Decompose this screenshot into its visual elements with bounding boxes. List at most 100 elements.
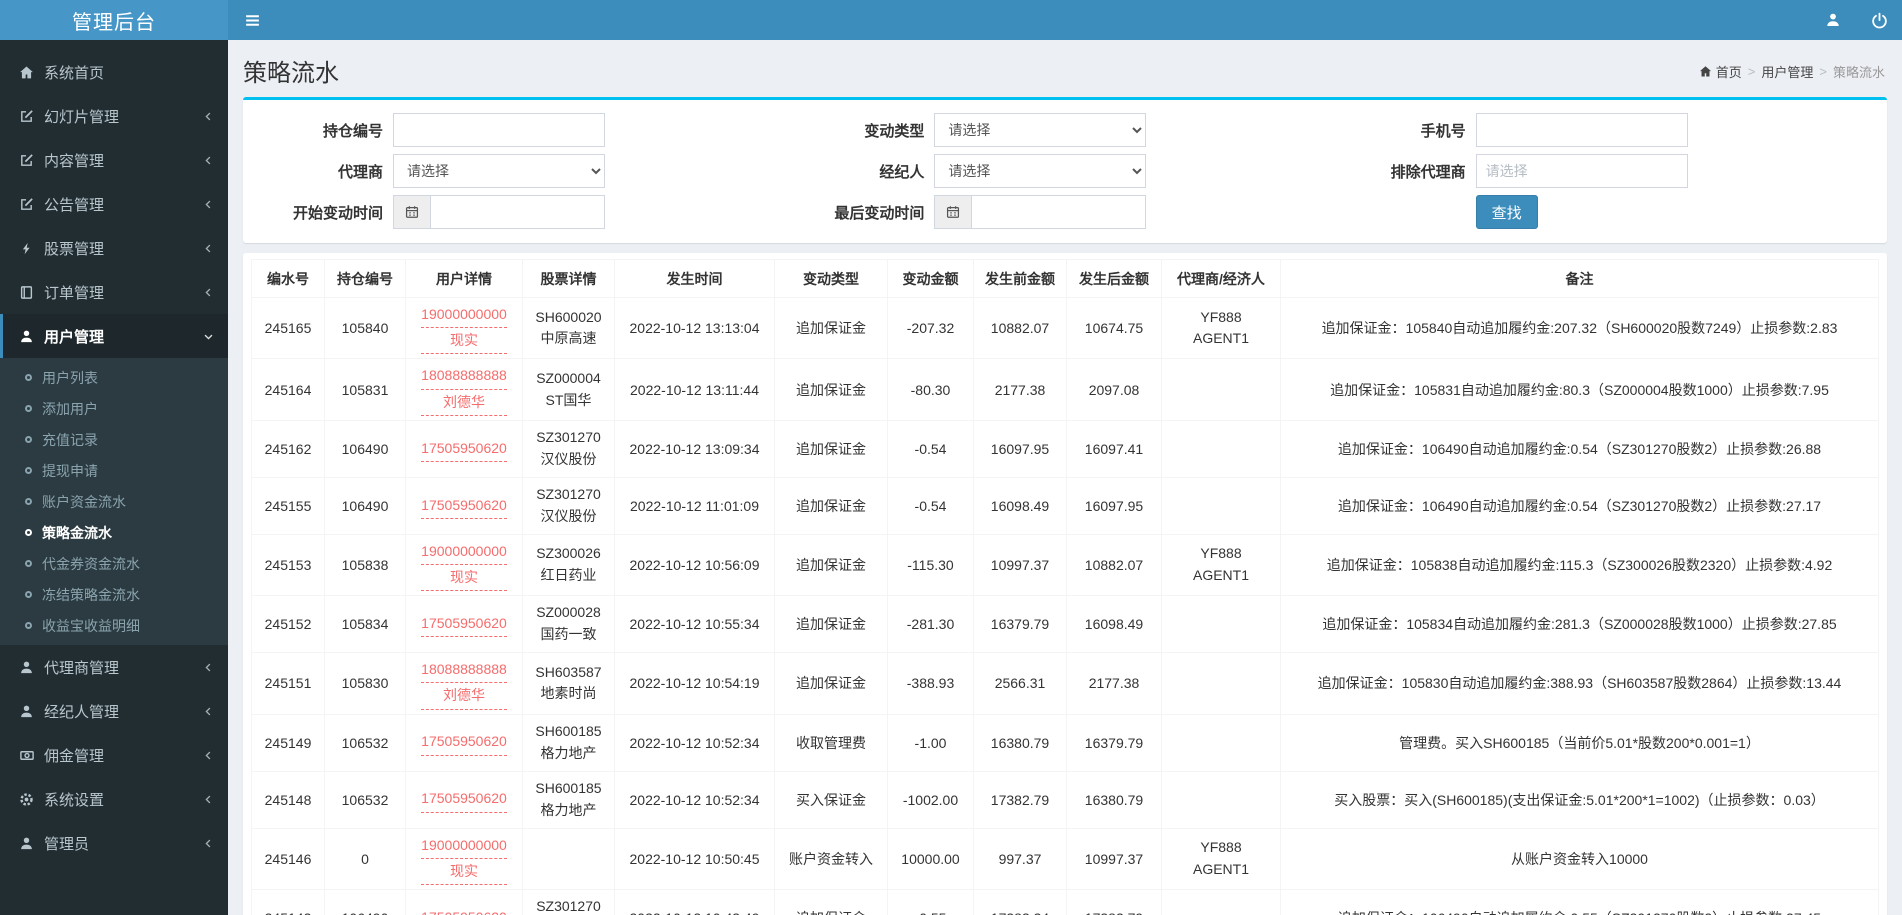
sidebar-subitem[interactable]: 代金券资金流水 — [0, 548, 228, 579]
cell-amount: -0.54 — [887, 476, 974, 535]
cell-agent-broker: YF888 AGENT1 — [1161, 533, 1281, 597]
sidebar-item-users[interactable]: 用户管理 — [0, 314, 228, 358]
cell-user-detail: 19000000000 现实 — [405, 296, 523, 360]
cell-before-amount: 17382.79 — [973, 770, 1067, 829]
user-detail-link[interactable]: 17505950620 — [421, 729, 507, 756]
sidebar-item-stocks[interactable]: 股票管理 — [0, 226, 228, 270]
chevron-left-icon — [203, 662, 214, 673]
sidebar-subitem[interactable]: 充值记录 — [0, 424, 228, 455]
sidebar-subitem[interactable]: 添加用户 — [0, 393, 228, 424]
broker-label: 经纪人 — [879, 163, 925, 181]
cell-amount: -0.54 — [887, 419, 974, 478]
chevron-left-icon — [203, 199, 214, 210]
col-amount: 变动金额 — [887, 259, 974, 298]
user-detail-link[interactable]: 17505950620 — [421, 905, 507, 915]
sidebar-subitem[interactable]: 收益宝收益明细 — [0, 610, 228, 641]
edit-icon — [18, 109, 35, 124]
sidebar-toggle-button[interactable] — [228, 0, 276, 40]
cell-time: 2022-10-12 10:50:45 — [614, 827, 775, 890]
phone-input[interactable] — [1475, 113, 1688, 147]
app-root: 管理后台 系统首页 幻灯片管理 内容管理 公告管理 股票管理 订单管理 用户管理… — [0, 0, 1902, 915]
calendar-icon — [393, 195, 431, 229]
cell-serial: 245152 — [251, 595, 325, 654]
cell-stock-detail: SZ301270 汉仪股份 — [522, 888, 615, 915]
user-detail-link[interactable]: 18088888888 刘德华 — [421, 657, 507, 710]
col-remark: 备注 — [1280, 259, 1879, 298]
breadcrumb-section-link[interactable]: 用户管理 — [1761, 62, 1813, 81]
user-detail-link[interactable]: 17505950620 — [421, 611, 507, 638]
cell-agent-broker — [1161, 476, 1281, 535]
search-button[interactable]: 查找 — [1475, 195, 1538, 229]
cell-remark: 从账户资金转入10000 — [1280, 827, 1879, 890]
filter-agent: 代理商 请选择 — [253, 154, 794, 188]
sidebar-item-slides[interactable]: 幻灯片管理 — [0, 94, 228, 138]
agent-select[interactable]: 请选择 — [393, 154, 605, 188]
position-no-input[interactable] — [393, 113, 605, 147]
edit-icon — [18, 197, 35, 212]
table-row: 245148 106532 17505950620 SH600185 格力地产 … — [251, 770, 1879, 829]
logout-button[interactable] — [1856, 0, 1902, 40]
sidebar-item-settings[interactable]: 系统设置 — [0, 777, 228, 821]
cell-remark: 追加保证金：106490自动追加履约金:0.54（SZ301270股数2）止损参… — [1280, 419, 1879, 478]
user-detail-link[interactable]: 19000000000 现实 — [421, 539, 507, 592]
sidebar-item-home[interactable]: 系统首页 — [0, 50, 228, 94]
user-detail-link[interactable]: 17505950620 — [421, 786, 507, 813]
breadcrumb-home-link[interactable]: 首页 — [1699, 62, 1742, 81]
stock-code: SH600020 — [535, 308, 602, 325]
sidebar-subitem[interactable]: 策略金流水 — [0, 517, 228, 548]
end-time-input[interactable] — [972, 195, 1147, 229]
broker-select[interactable]: 请选择 — [934, 154, 1147, 188]
sidebar-item-admins[interactable]: 管理员 — [0, 821, 228, 865]
chevron-left-icon — [203, 838, 214, 849]
breadcrumb-current: 策略流水 — [1832, 65, 1885, 80]
sidebar-item-label: 股票管理 — [44, 240, 105, 258]
sidebar-subitem[interactable]: 提现申请 — [0, 455, 228, 486]
sidebar-subitem[interactable]: 冻结策略金流水 — [0, 579, 228, 610]
home-icon — [1699, 65, 1712, 78]
user-detail-link[interactable]: 17505950620 — [421, 493, 507, 519]
sidebar-subitem[interactable]: 用户列表 — [0, 362, 228, 393]
col-stock-detail: 股票详情 — [522, 259, 615, 298]
broker-name: AGENT1 — [1192, 330, 1249, 347]
start-time-input[interactable] — [431, 195, 605, 229]
circle-o-icon — [25, 560, 32, 567]
cell-after-amount: 16098.49 — [1066, 595, 1162, 654]
bolt-icon — [18, 241, 35, 256]
start-time-label: 开始变动时间 — [292, 204, 383, 222]
user-detail-link[interactable]: 19000000000 现实 — [421, 833, 507, 885]
cell-agent-broker — [1161, 713, 1281, 772]
cell-after-amount: 2097.08 — [1066, 358, 1162, 421]
user-detail-link[interactable]: 18088888888 刘德华 — [421, 363, 507, 416]
col-agent-broker: 代理商/经济人 — [1161, 259, 1281, 298]
app-logo-title: 管理后台 — [72, 11, 156, 34]
user-detail-link[interactable]: 17505950620 — [421, 436, 507, 462]
chevron-left-icon — [203, 111, 214, 122]
money-icon — [18, 748, 35, 763]
sidebar-item-content[interactable]: 内容管理 — [0, 138, 228, 182]
sidebar-item-agents[interactable]: 代理商管理 — [0, 645, 228, 689]
sidebar-item-commission[interactable]: 佣金管理 — [0, 733, 228, 777]
sidebar-item-brokers[interactable]: 经纪人管理 — [0, 689, 228, 733]
sidebar-subitem[interactable]: 账户资金流水 — [0, 486, 228, 517]
cell-position-no: 105840 — [324, 296, 406, 360]
page-title: 策略流水 — [243, 60, 339, 87]
table-row: 245151 105830 18088888888 刘德华 SH603587 地… — [251, 652, 1879, 715]
cell-before-amount: 2177.38 — [973, 358, 1067, 421]
col-user-detail: 用户详情 — [405, 259, 523, 298]
user-detail-link[interactable]: 19000000000 现实 — [421, 302, 507, 355]
breadcrumb-separator: > — [1819, 64, 1827, 79]
sidebar-item-notice[interactable]: 公告管理 — [0, 182, 228, 226]
stock-code: SZ000028 — [536, 604, 601, 621]
change-type-select[interactable]: 请选择 — [934, 113, 1147, 147]
sidebar-menu: 系统首页 幻灯片管理 内容管理 公告管理 股票管理 订单管理 用户管理 — [0, 40, 228, 358]
cell-user-detail: 19000000000 现实 — [405, 533, 523, 597]
cell-stock-detail: SZ300026 红日药业 — [522, 533, 615, 597]
cell-after-amount: 16097.41 — [1066, 419, 1162, 478]
sidebar-subitem-label: 代金券资金流水 — [42, 555, 140, 572]
cell-agent-broker: YF888 AGENT1 — [1161, 296, 1281, 360]
cell-serial: 245165 — [251, 296, 325, 360]
cell-change-type: 收取管理费 — [774, 713, 888, 772]
exclude-agent-input[interactable] — [1475, 154, 1688, 188]
sidebar-item-orders[interactable]: 订单管理 — [0, 270, 228, 314]
user-menu-button[interactable] — [1810, 0, 1856, 40]
